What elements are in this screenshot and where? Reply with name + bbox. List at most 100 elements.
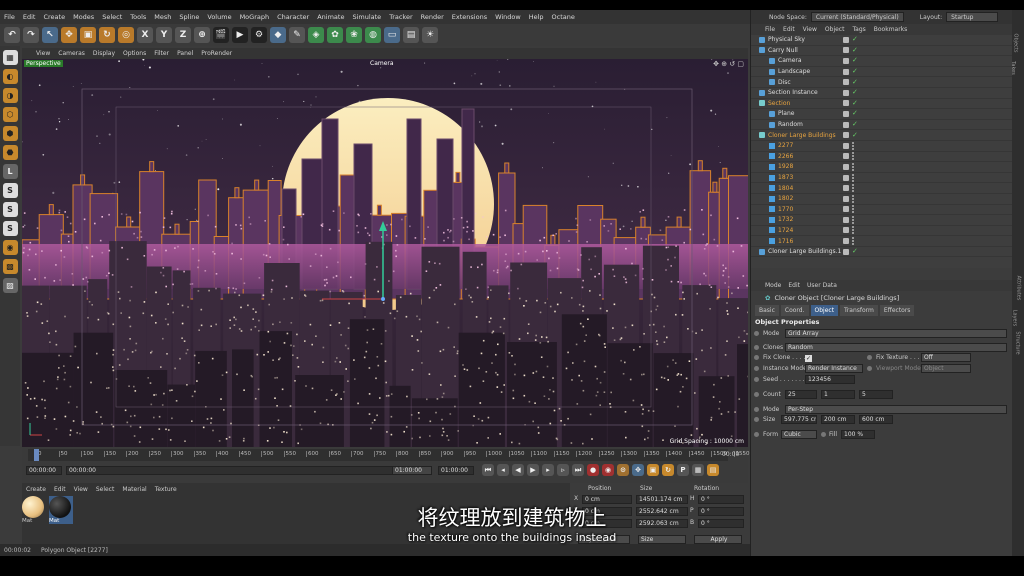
render-picture-viewer-icon[interactable]: ▶	[232, 27, 248, 43]
visibility-toggle[interactable]	[843, 110, 849, 117]
render-view-icon[interactable]: 🎬	[213, 27, 229, 43]
anim-dot[interactable]	[821, 432, 826, 438]
visibility-toggle[interactable]	[843, 248, 849, 255]
anim-dot[interactable]	[754, 366, 759, 372]
key-position-icon[interactable]: ✥	[632, 464, 644, 476]
object-row[interactable]: Carry Null ✓	[751, 46, 1012, 57]
material-menu-texture[interactable]: Texture	[155, 486, 177, 493]
visibility-toggle[interactable]	[843, 57, 849, 64]
timeline-ruler[interactable]: 0 50 100 150 200 250 300 350 400 450 500 550 600 650 7…	[28, 449, 750, 461]
size-z-field[interactable]: 600 cm	[859, 415, 893, 425]
object-row[interactable]: Disc ✓	[751, 77, 1012, 88]
visibility-toggle[interactable]	[843, 121, 849, 128]
seed-field[interactable]: 123456	[805, 375, 855, 385]
side-tab-attributes[interactable]: Attributes	[1015, 276, 1021, 301]
menu-modes[interactable]: Modes	[73, 13, 94, 21]
enabled-check-icon[interactable]: ✓	[852, 131, 858, 139]
coord-position-field[interactable]: 0 cm	[582, 495, 632, 504]
object-menu-view[interactable]: View	[803, 26, 817, 33]
object-row[interactable]: Physical Sky ✓	[751, 35, 1012, 46]
undo-icon[interactable]: ↶	[4, 27, 20, 43]
mode-dropdown[interactable]: Grid Array	[785, 328, 1007, 338]
axis-x-button[interactable]: X	[137, 27, 153, 43]
edges-mode-icon[interactable]: ⬢	[2, 126, 18, 141]
menu-animate[interactable]: Animate	[317, 13, 344, 21]
rotate-icon[interactable]: ↻	[99, 27, 115, 43]
texture-mode-icon[interactable]: ◑	[2, 88, 18, 103]
menu-render[interactable]: Render	[421, 13, 444, 21]
play-icon[interactable]: ▶	[527, 464, 539, 476]
side-tab-objects[interactable]: Objects	[1012, 34, 1018, 53]
visibility-toggle[interactable]	[843, 216, 849, 223]
workplane-icon[interactable]: S	[2, 221, 18, 236]
go-start-icon[interactable]: ⏮	[482, 464, 494, 476]
enabled-check-icon[interactable]: ✓	[852, 89, 858, 96]
playhead[interactable]	[34, 449, 39, 461]
anim-dot[interactable]	[754, 432, 759, 438]
anim-dot[interactable]	[754, 330, 759, 336]
model-mode-icon[interactable]: ◐	[2, 69, 18, 84]
layer-dots[interactable]	[852, 173, 856, 182]
visibility-toggle[interactable]	[843, 163, 849, 170]
instance-mode-dropdown[interactable]: Render Instance	[805, 364, 863, 374]
visibility-toggle[interactable]	[843, 174, 849, 181]
floor-icon[interactable]: ▭	[384, 27, 400, 43]
object-row[interactable]: 2266	[751, 152, 1012, 163]
coord-rotation-field[interactable]: 0 °	[698, 495, 744, 504]
layer-dots[interactable]	[852, 194, 856, 203]
enabled-check-icon[interactable]: ✓	[852, 248, 858, 255]
layer-dots[interactable]	[852, 226, 856, 235]
material-menu-select[interactable]: Select	[96, 486, 115, 493]
visibility-toggle[interactable]	[843, 153, 849, 160]
menu-octane[interactable]: Octane	[552, 13, 575, 21]
anim-dot[interactable]	[754, 344, 759, 350]
size-y-field[interactable]: 200 cm	[821, 415, 855, 425]
viewport-menu-options[interactable]: Options	[123, 50, 146, 57]
grid-icon[interactable]: ▩	[2, 259, 18, 274]
enabled-check-icon[interactable]: ✓	[852, 99, 858, 107]
count-y-field[interactable]: 1	[821, 389, 855, 399]
layer-icon[interactable]: ▨	[2, 278, 18, 293]
object-menu-edit[interactable]: Edit	[783, 26, 795, 33]
count-x-field[interactable]: 25	[785, 389, 817, 399]
object-row[interactable]: Section Instance ✓	[751, 88, 1012, 99]
viewport-menu-panel[interactable]: Panel	[177, 50, 193, 57]
coord-size-field[interactable]: 14501.174 cm	[636, 495, 688, 504]
viewport-menu-prorender[interactable]: ProRender	[201, 50, 232, 57]
enabled-check-icon[interactable]: ✓	[852, 46, 858, 54]
current-time-field[interactable]: 00:00:00	[26, 466, 62, 475]
record-icon[interactable]: ●	[587, 464, 599, 476]
object-row[interactable]: Random ✓	[751, 120, 1012, 131]
enabled-check-icon[interactable]: ✓	[852, 36, 858, 43]
side-tab-layers[interactable]: Layers	[1011, 310, 1017, 327]
object-menu-file[interactable]: File	[765, 26, 775, 33]
visibility-toggle[interactable]	[843, 142, 849, 149]
visibility-toggle[interactable]	[843, 185, 849, 192]
size-x-field[interactable]: 597.775 cm	[781, 415, 817, 425]
cloner-icon[interactable]: ✿	[327, 27, 343, 43]
visibility-toggle[interactable]	[843, 238, 849, 245]
key-pla-icon[interactable]: ▦	[692, 464, 704, 476]
menu-simulate[interactable]: Simulate	[352, 13, 381, 21]
object-menu-tags[interactable]: Tags	[852, 26, 865, 33]
attr-tab-object[interactable]: Object	[810, 305, 839, 316]
menu-tools[interactable]: Tools	[130, 13, 146, 21]
form-dropdown[interactable]: Cubic	[781, 430, 817, 440]
fill-field[interactable]: 100 %	[841, 430, 875, 440]
render-settings-icon[interactable]: ⚙	[251, 27, 267, 43]
visibility-toggle[interactable]	[843, 227, 849, 234]
menu-create[interactable]: Create	[43, 13, 65, 21]
key-rotation-icon[interactable]: ↻	[662, 464, 674, 476]
next-frame-icon[interactable]: ▸	[542, 464, 554, 476]
visibility-toggle[interactable]	[843, 89, 849, 96]
layer-dots[interactable]	[852, 184, 856, 193]
prev-key-icon[interactable]: ◂	[497, 464, 509, 476]
subdivision-icon[interactable]: ◈	[308, 27, 324, 43]
object-row[interactable]: 1724	[751, 226, 1012, 237]
visibility-toggle[interactable]	[843, 195, 849, 202]
anim-dot[interactable]	[754, 391, 759, 397]
next-key-icon[interactable]: ▹	[557, 464, 569, 476]
viewport-menu-view[interactable]: View	[36, 50, 50, 57]
enabled-check-icon[interactable]: ✓	[852, 68, 858, 75]
attr-menu-edit[interactable]: Edit	[788, 282, 800, 289]
